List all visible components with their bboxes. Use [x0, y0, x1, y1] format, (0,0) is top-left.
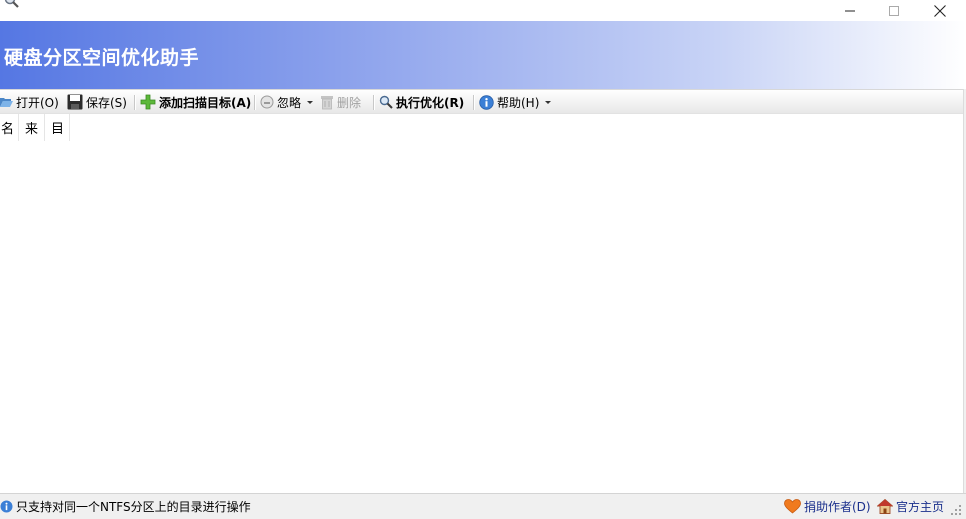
app-magnifier-icon: [2, 0, 20, 8]
add-target-label: 添加扫描目标(A): [159, 95, 252, 110]
info-icon: [0, 500, 13, 513]
toolbar-separator: [134, 95, 136, 110]
folder-open-icon: [0, 98, 13, 107]
status-message: 只支持对同一个NTFS分区上的目录进行操作: [0, 494, 251, 519]
toolbar-separator: [473, 95, 475, 110]
column-header-name[interactable]: 名: [0, 114, 19, 141]
resize-grip-icon[interactable]: [950, 504, 962, 516]
app-title: 硬盘分区空间优化助手: [4, 47, 200, 69]
delete-button[interactable]: 删除: [320, 90, 361, 114]
minimize-icon: [845, 10, 855, 11]
open-label: 打开(O): [16, 95, 59, 110]
maximize-icon: [889, 5, 899, 16]
help-dropdown-arrow-icon[interactable]: [545, 100, 552, 104]
ignore-button[interactable]: 忽略: [260, 90, 314, 114]
column-header-target[interactable]: 目: [45, 114, 70, 141]
toolbar-separator: [373, 95, 375, 110]
open-button[interactable]: 打开(O): [0, 90, 59, 114]
optimize-button[interactable]: 执行优化(R): [379, 90, 464, 114]
save-icon: [67, 94, 83, 110]
optimize-label: 执行优化(R): [396, 95, 465, 110]
save-label: 保存(S): [86, 95, 127, 110]
delete-label: 删除: [337, 95, 362, 110]
minimize-button[interactable]: [827, 0, 873, 21]
save-button[interactable]: 保存(S): [67, 90, 127, 114]
donate-label: 捐助作者(D): [804, 500, 871, 514]
toolbar: 打开(O) 保存(S) 添加扫描目标(A) 忽略 删除 执行优化(R) 帮助(H…: [0, 89, 966, 114]
column-header-source[interactable]: 来: [19, 114, 45, 141]
ignore-dropdown-arrow-icon[interactable]: [307, 100, 314, 104]
toolbar-separator: [254, 95, 256, 110]
status-text: 只支持对同一个NTFS分区上的目录进行操作: [16, 500, 251, 514]
add-icon: [140, 94, 156, 110]
homepage-label: 官方主页: [896, 500, 945, 514]
status-bar: 只支持对同一个NTFS分区上的目录进行操作 捐助作者(D) 官方主页: [0, 493, 966, 519]
magnifier-icon: [379, 95, 393, 109]
close-icon: [934, 4, 946, 17]
add-target-button[interactable]: 添加扫描目标(A): [140, 90, 251, 114]
list-view[interactable]: [0, 141, 964, 493]
list-header: 名 来 目: [0, 114, 70, 141]
maximize-button[interactable]: [871, 0, 917, 21]
donate-link[interactable]: 捐助作者(D): [784, 494, 871, 519]
app-window: 硬盘分区空间优化助手 打开(O) 保存(S) 添加扫描目标(A) 忽略 删除 执…: [0, 0, 966, 519]
info-icon: [479, 94, 494, 110]
help-label: 帮助(H): [497, 95, 540, 110]
close-button[interactable]: [917, 0, 963, 21]
ignore-icon: [260, 95, 274, 109]
delete-icon: [321, 95, 333, 109]
title-bar: [0, 0, 966, 21]
help-button[interactable]: 帮助(H): [479, 90, 552, 114]
ignore-label: 忽略: [277, 95, 302, 110]
title-banner: 硬盘分区空间优化助手: [0, 21, 966, 89]
homepage-link[interactable]: 官方主页: [877, 494, 944, 519]
heart-icon: [784, 499, 801, 514]
home-icon: [877, 499, 893, 514]
